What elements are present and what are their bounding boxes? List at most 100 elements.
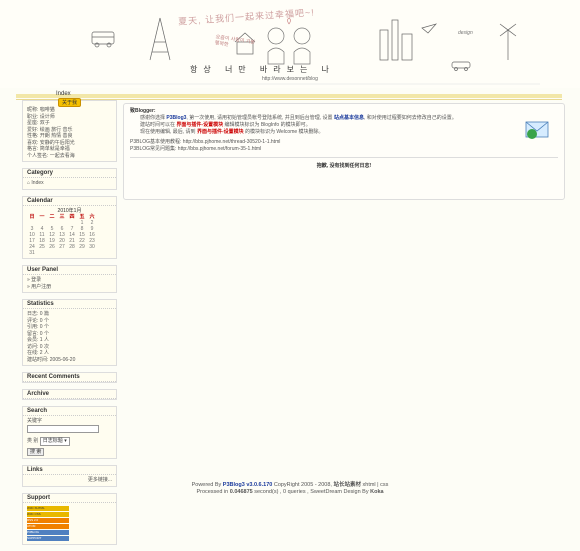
calendar-title: Calendar xyxy=(23,197,116,206)
footer-line-2: Processed in 0.046875 second(s) , 0 quer… xyxy=(0,489,580,496)
badge-p3blog[interactable]: P3BLOG xyxy=(27,529,69,535)
statistics-title: Statistics xyxy=(23,300,116,309)
badge-atom[interactable]: ATOM xyxy=(27,523,69,529)
site-footer: Powered By P3Blog3 v3.0.6.170 CopyRight … xyxy=(0,482,580,496)
register-label[interactable]: 用户注册 xyxy=(31,284,51,290)
calendar-day xyxy=(67,250,77,256)
nav-index-link[interactable]: Index xyxy=(56,91,71,97)
chevron-down-icon: ▾ xyxy=(64,438,67,444)
archive-panel: Archive xyxy=(22,389,117,400)
site-title: 항상 너만 바라보는 나 xyxy=(190,65,335,74)
footer-copyright: CopyRight 2005 - 2008, xyxy=(273,482,332,488)
para3-text-b: 的模块标识为 Welcome 模块删除。 xyxy=(245,129,324,135)
type-label: 类 别 xyxy=(27,438,39,444)
statistics-panel: Statistics 日志: 0 篇 评论: 0 个 引用: 0 个 留言: 0… xyxy=(22,299,117,366)
tower-icon xyxy=(149,17,171,61)
footer-processed: Processed in xyxy=(196,489,229,495)
links-title: Links xyxy=(23,466,116,475)
paper-plane-icon xyxy=(421,23,438,34)
category-body: ⌂ Index xyxy=(23,178,116,189)
para1-text-c: , 和对使用过程要如何去修改自己的设置。 xyxy=(363,115,457,121)
footer-queries: second(s) , 0 queries , SweetDream Desig… xyxy=(254,489,369,495)
calendar-day xyxy=(47,250,57,256)
footer-time: 0.046875 xyxy=(229,489,253,495)
user-panel-title: User Panel xyxy=(23,266,116,275)
badge-support[interactable]: SUPPORT xyxy=(27,535,69,541)
couple-illustration xyxy=(267,17,311,65)
welcome-panel: 致Blogger: 感谢你选择 P3Blog3, 第一次使用, 请用初始管理员帐… xyxy=(123,103,565,200)
footer-line-1: Powered By P3Blog3 v3.0.6.170 CopyRight … xyxy=(0,482,580,489)
calendar-body: 2010年1月 日 一 二 三 四 五 六 12 3456789 10 11 1… xyxy=(23,206,116,259)
site-settings-link[interactable]: 站点基本信息 xyxy=(334,115,364,121)
welcome-greeting: 致Blogger: xyxy=(130,108,156,114)
profile-panel: 关于我 昵称: 咖啡猫 职业: 设计师 星座: 双子 爱好: 绘画 旅行 音乐 … xyxy=(22,98,117,162)
calendar-day xyxy=(57,250,67,256)
welcome-para-2: 建站时间可以在 界面与插件-设置模块 编辑模块标识为 BlogInfo 的模块即… xyxy=(130,122,558,129)
footer-brand-link[interactable]: P3Blog3 v3.0.6.170 xyxy=(223,482,273,488)
windmill-icon xyxy=(499,23,517,60)
search-button[interactable]: 搜 索 xyxy=(27,447,45,456)
search-input[interactable] xyxy=(27,424,99,433)
profile-lines: 昵称: 咖啡猫 职业: 设计师 星座: 双子 爱好: 绘画 旅行 音乐 性格: … xyxy=(23,101,116,161)
calendar-day: 31 xyxy=(29,250,35,256)
login-label[interactable]: 登录 xyxy=(31,277,41,283)
recent-comments-panel: Recent Comments xyxy=(22,372,117,383)
calendar-panel: Calendar 2010年1月 日 一 二 三 四 五 六 12 345678… xyxy=(22,195,117,259)
support-body: W3C XHTML W3C CSS RSS 2.0 ATOM P3BLOG SU… xyxy=(23,503,116,544)
search-type-value: 日志标题 xyxy=(42,438,63,444)
module-settings-link[interactable]: 界面与插件-设置模块 xyxy=(176,122,223,128)
register-link[interactable]: » 用户注册 xyxy=(27,284,112,291)
profile-badge: 关于我 xyxy=(58,98,82,107)
search-title: Search xyxy=(23,407,116,416)
calendar-grid: 日 一 二 三 四 五 六 12 3456789 10 11 12 13 14 15 16 xyxy=(27,214,97,256)
user-panel-body: » 登录 » 用户注册 xyxy=(23,275,116,292)
nav-bar xyxy=(16,94,562,98)
support-panel: Support W3C XHTML W3C CSS RSS 2.0 ATOM P… xyxy=(22,492,117,545)
search-panel: Search 关键字 类 别 日志标题 ▾ 搜 索 xyxy=(22,406,117,459)
bus-icon xyxy=(91,31,115,48)
header-flag-text: design xyxy=(458,30,473,36)
buildings-icon xyxy=(379,19,413,61)
p3blog-brand: P3Blog3 xyxy=(166,115,187,121)
recent-comments-title: Recent Comments xyxy=(23,373,116,382)
welcome-para-3: 现在使用编辑, 最后, 请到 界面与插件-设置模块 的模块标识为 Welcome… xyxy=(130,129,558,136)
search-type-select[interactable]: 日志标题 ▾ xyxy=(39,437,70,446)
site-url[interactable]: http://www.desonnet/blog xyxy=(262,76,318,82)
calendar-week: 31 xyxy=(27,250,97,256)
badge-w3c-xhtml[interactable]: W3C XHTML xyxy=(27,505,69,511)
welcome-para-1: 感谢你选择 P3Blog3, 第一次使用, 请用初始管理员帐号登陆系统, 并且到… xyxy=(130,115,480,122)
footer-owner-link[interactable]: 站长站素材 xyxy=(333,482,361,488)
para2-text-a: 建站时间可以在 xyxy=(140,122,176,128)
para2-text-b: 编辑模块标识为 BlogInfo 的模块即可。 xyxy=(224,122,311,128)
footer-author-link[interactable]: Koka xyxy=(370,489,383,495)
car-icon xyxy=(451,61,471,71)
archive-title: Archive xyxy=(23,390,116,399)
calendar-day xyxy=(77,250,87,256)
category-index-link[interactable]: Index xyxy=(31,180,43,186)
search-body: 关键字 类 别 日志标题 ▾ 搜 索 xyxy=(23,416,116,458)
stat-line: 建站时间: 2005-06-20 xyxy=(27,356,76,363)
calendar-day xyxy=(87,250,97,256)
empty-notice: 抱歉, 没有找到任何日志! xyxy=(130,157,558,170)
site-header: 夏天, 让我们一起来过幸福吧~! 요즘이 사랑이 기분 행복한 design 항… xyxy=(0,0,580,88)
statistics-body: 日志: 0 篇 评论: 0 个 引用: 0 个 留言: 0 个 会员: 1 人 … xyxy=(23,309,116,365)
top-nav: Index xyxy=(16,91,562,100)
profile-line: 个人签名: 一起去看海 xyxy=(27,152,75,159)
home-icon: ⌂ xyxy=(27,180,31,186)
para1-text-b: , 第一次使用, 请用初始管理员帐号登陆系统, 并且到后台管理, 设置 xyxy=(186,115,333,121)
user-panel: User Panel » 登录 » 用户注册 xyxy=(22,265,117,293)
mail-icon xyxy=(525,121,549,139)
tutorial-link[interactable]: P3BLOG基本使用教程: http://bbs.pjhome.net/thre… xyxy=(130,139,558,146)
para3-text-a: 现在使用编辑, 最后, 请到 xyxy=(140,129,196,135)
calendar-day xyxy=(37,250,47,256)
badge-w3c-css[interactable]: W3C CSS xyxy=(27,511,69,517)
footer-powered: Powered By xyxy=(191,482,222,488)
module-settings-link-2[interactable]: 界面与插件-设置模块 xyxy=(197,129,244,135)
footer-validators[interactable]: xhtml | css xyxy=(363,482,389,488)
welcome-body: 致Blogger: 感谢你选择 P3Blog3, 第一次使用, 请用初始管理员帐… xyxy=(124,104,564,174)
category-panel: Category ⌂ Index xyxy=(22,168,117,190)
faq-link[interactable]: P3BLOG常见问题集: http://bbs.pjhome.net/forum… xyxy=(130,146,558,153)
category-title: Category xyxy=(23,169,116,178)
para1-text-a: 感谢你选择 xyxy=(140,115,166,121)
badge-rss[interactable]: RSS 2.0 xyxy=(27,517,69,523)
